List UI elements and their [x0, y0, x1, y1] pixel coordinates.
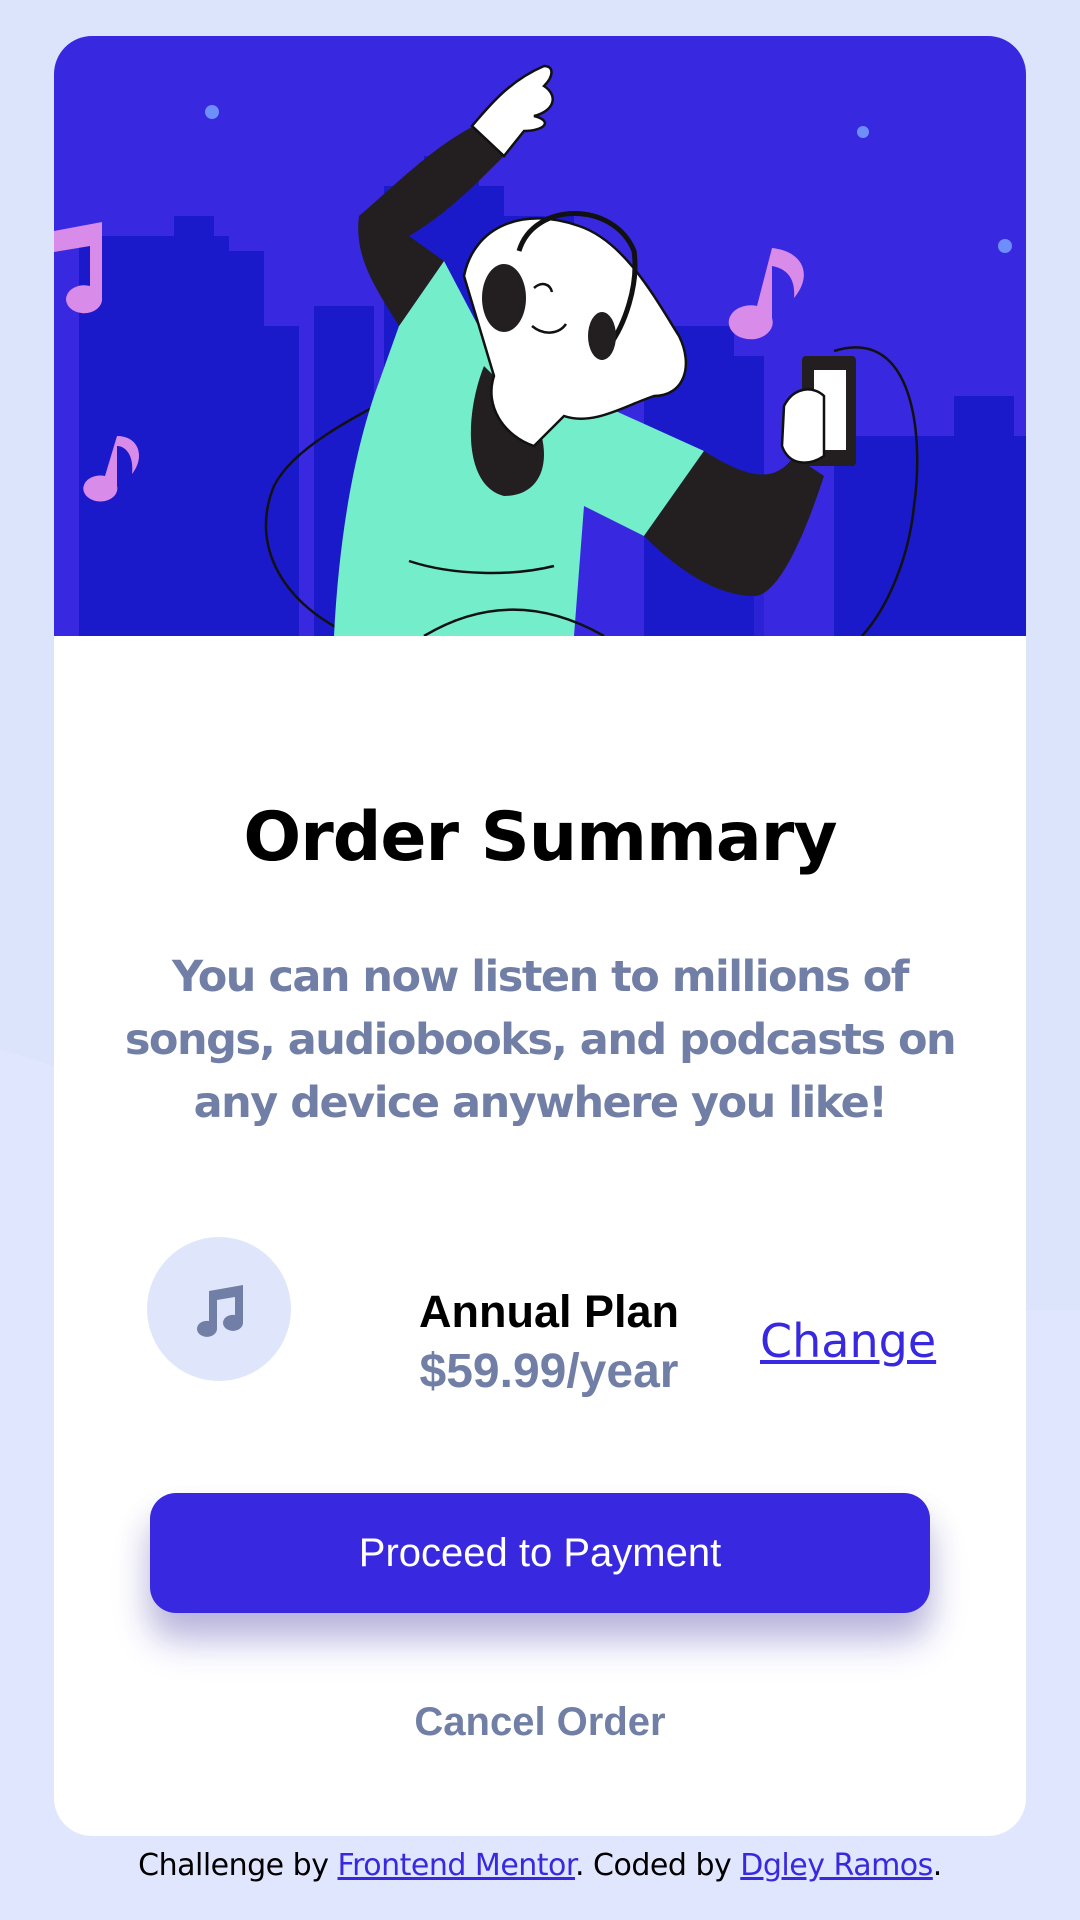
frontend-mentor-link[interactable]: Frontend Mentor	[338, 1848, 576, 1883]
attribution-prefix: Challenge by	[138, 1848, 338, 1883]
attribution-footer: Challenge by Frontend Mentor. Coded by D…	[0, 1848, 1080, 1883]
cancel-order-button[interactable]: Cancel Order	[340, 1700, 740, 1745]
plan-name: Annual Plan	[418, 1286, 680, 1337]
plan-icon-circle	[147, 1237, 291, 1381]
plan-price: $59.99/year	[419, 1345, 679, 1398]
card-description: You can now listen to millions of songs,…	[124, 952, 957, 1128]
attribution-suffix: .	[932, 1848, 943, 1883]
change-plan-link[interactable]: Change	[760, 1314, 936, 1368]
order-summary-card: Order Summary You can now listen to mill…	[54, 36, 1026, 1836]
music-note-icon	[197, 1285, 243, 1337]
card-title: Order Summary	[243, 798, 837, 877]
hero-illustration	[54, 36, 1026, 636]
hero-illustration-icon	[54, 64, 1026, 636]
attribution-middle: . Coded by	[574, 1848, 741, 1883]
proceed-to-payment-button[interactable]: Proceed to Payment	[150, 1493, 930, 1613]
author-link[interactable]: Dgley Ramos	[740, 1848, 933, 1883]
